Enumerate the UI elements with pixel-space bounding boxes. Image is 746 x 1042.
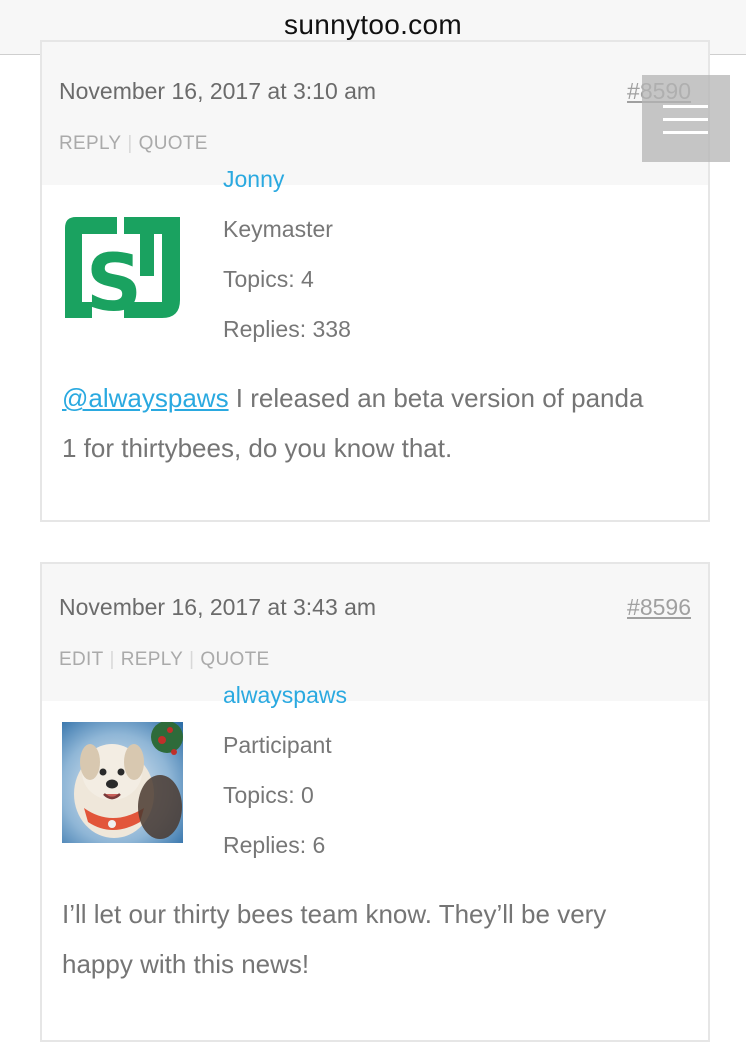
content-text: I released an beta version of panda bbox=[228, 383, 644, 413]
content-line: 1 for thirtybees, do you know that. bbox=[62, 433, 453, 463]
author-topics: Topics: 0 bbox=[223, 782, 314, 808]
author-role: Participant bbox=[223, 732, 332, 758]
user-mention-link[interactable]: @alwayspaws bbox=[62, 383, 229, 413]
author-avatar[interactable] bbox=[62, 721, 183, 843]
author-name[interactable]: alwayspaws bbox=[223, 682, 347, 709]
post-date: November 16, 2017 at 3:10 am bbox=[59, 78, 377, 104]
post-content: I’ll let our thirty bees team know. They… bbox=[62, 889, 692, 989]
menu-button[interactable] bbox=[642, 75, 730, 162]
author-topics: Topics: 4 bbox=[223, 266, 314, 292]
author-name[interactable]: Jonny bbox=[223, 166, 284, 193]
quote-link[interactable]: QUOTE bbox=[139, 133, 208, 154]
author-replies: Replies: 6 bbox=[223, 832, 326, 858]
url-text[interactable]: sunnytoo.com bbox=[284, 9, 462, 41]
content-line: happy with this news! bbox=[62, 949, 310, 979]
svg-text:S: S bbox=[86, 239, 142, 322]
dog-photo-avatar bbox=[62, 721, 183, 843]
reply-post: November 16, 2017 at 3:10 am #8590 REPLY… bbox=[40, 40, 710, 522]
content-line: @alwayspaws I released an beta version o… bbox=[62, 373, 692, 423]
reply-link[interactable]: REPLY bbox=[121, 649, 183, 670]
separator: | bbox=[127, 133, 133, 154]
author-role: Keymaster bbox=[223, 216, 333, 242]
edit-link[interactable]: EDIT bbox=[59, 649, 103, 670]
author-avatar[interactable]: S bbox=[62, 214, 183, 335]
reply-post: November 16, 2017 at 3:43 am #8596 EDIT |… bbox=[40, 562, 710, 1042]
post-header: November 16, 2017 at 3:43 am #8596 EDIT |… bbox=[42, 564, 708, 701]
reply-link[interactable]: REPLY bbox=[59, 133, 121, 154]
separator: | bbox=[189, 649, 195, 670]
separator: | bbox=[109, 649, 115, 670]
post-actions: EDIT | REPLY | QUOTE bbox=[59, 649, 269, 671]
author-replies: Replies: 338 bbox=[223, 316, 351, 342]
content-line: I’ll let our thirty bees team know. They… bbox=[62, 899, 607, 929]
post-header: November 16, 2017 at 3:10 am #8590 REPLY… bbox=[42, 42, 708, 185]
post-permalink[interactable]: #8596 bbox=[627, 594, 691, 621]
post-actions: REPLY | QUOTE bbox=[59, 133, 208, 155]
post-date: November 16, 2017 at 3:43 am bbox=[59, 594, 377, 620]
st-logo-avatar: S bbox=[65, 217, 180, 329]
post-content: @alwayspaws I released an beta version o… bbox=[62, 373, 692, 473]
quote-link[interactable]: QUOTE bbox=[200, 649, 269, 670]
